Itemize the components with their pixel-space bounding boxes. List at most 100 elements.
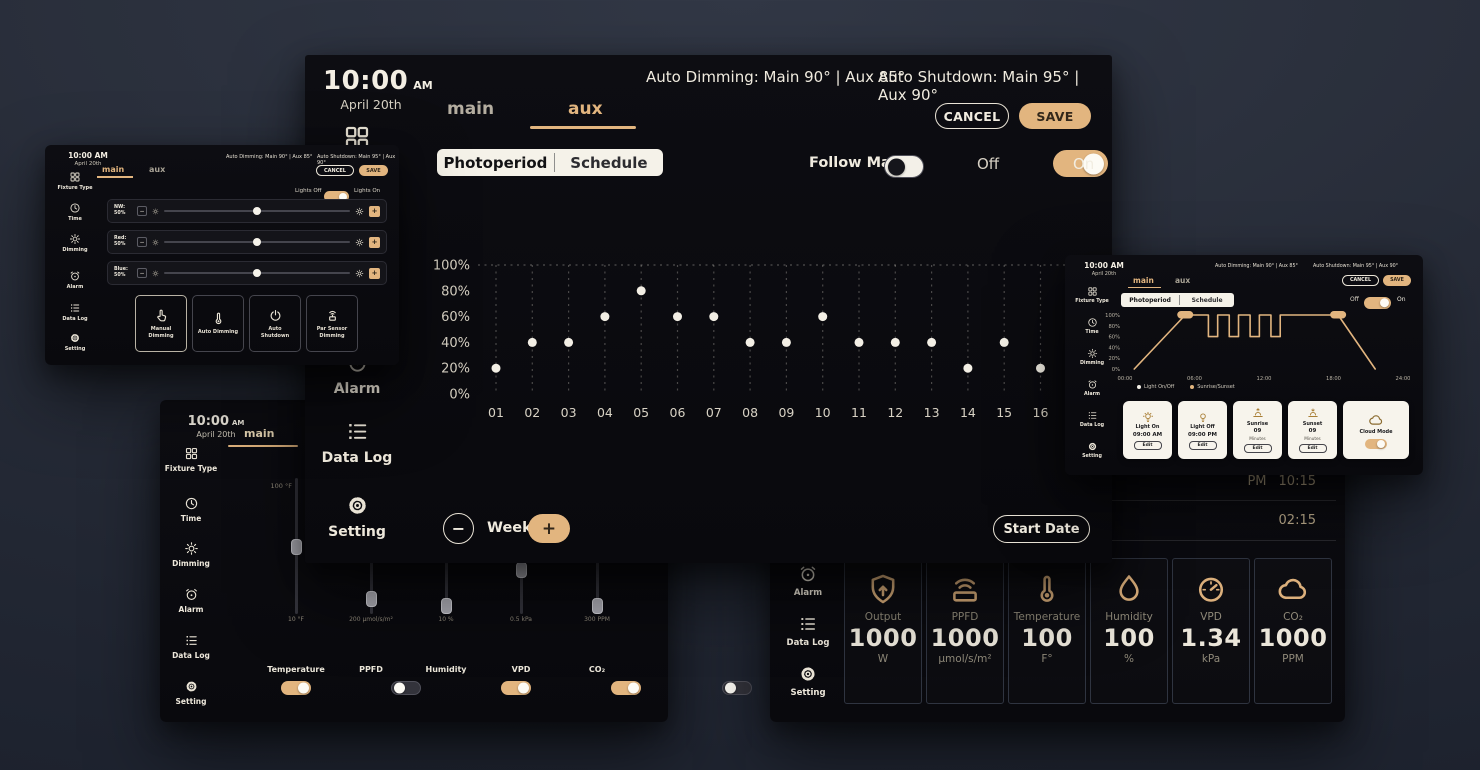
sidebar-label: Setting [328, 524, 386, 541]
sidebar-item-alarm[interactable]: Alarm [776, 564, 840, 598]
card-sunset[interactable]: Sunset 09 Minutes Edit [1288, 401, 1337, 459]
segment-photoperiod[interactable]: Photoperiod [437, 149, 554, 176]
channel-slider[interactable] [164, 272, 350, 274]
week-increment-button[interactable]: + [528, 514, 570, 543]
sidebar-item-alarm[interactable]: Alarm [162, 587, 220, 614]
humidity-slider-knob[interactable] [441, 598, 452, 614]
channel-increase-button[interactable]: + [369, 237, 380, 248]
sensor-card-co2: CO₂ 1000 PPM [1254, 558, 1332, 704]
card-light-off[interactable]: Light Off 09:00 PM Edit [1178, 401, 1227, 459]
tab-main[interactable]: main [1133, 276, 1154, 285]
humidity-label: Humidity [406, 665, 486, 674]
mode-card-label: Auto Shutdown [250, 326, 300, 339]
card-title: Cloud Mode [1359, 429, 1392, 435]
channel-slider[interactable] [164, 210, 350, 212]
tab-main[interactable]: main [102, 165, 124, 174]
mode-card-par-sensor-dimming[interactable]: Par Sensor Dimming [306, 295, 358, 352]
sidebar-item-fixture-type[interactable]: Fixture Type [50, 171, 100, 191]
sidebar-item-setting[interactable]: Setting [162, 679, 220, 706]
channel-slider-row-nw: NW:50% − + [107, 199, 387, 223]
sensor-card-value: 1000 [849, 624, 918, 652]
ppfd-toggle[interactable] [391, 681, 421, 695]
mode-card-auto-dimming[interactable]: Auto Dimming [192, 295, 244, 352]
temperature-scale-min: 10 °F [264, 616, 328, 624]
edit-button[interactable]: Edit [1134, 441, 1162, 450]
cancel-button[interactable]: CANCEL [316, 165, 354, 176]
ppfd-slider-knob[interactable] [366, 591, 377, 607]
segment-schedule[interactable]: Schedule [1180, 293, 1234, 307]
sidebar-item-dimming[interactable]: Dimming [162, 541, 220, 568]
sidebar-item-setting[interactable]: Setting [50, 332, 100, 352]
sidebar-label: Dimming [172, 559, 210, 568]
mode-card-auto-shutdown[interactable]: Auto Shutdown [249, 295, 301, 352]
tab-main[interactable]: main [244, 427, 275, 440]
vpd-slider-knob[interactable] [516, 562, 527, 578]
humidity-scale-min: 10 % [414, 616, 478, 624]
svg-text:02: 02 [524, 405, 540, 420]
start-date-button[interactable]: Start Date [993, 515, 1090, 543]
temperature-toggle[interactable] [281, 681, 311, 695]
follow-main-toggle[interactable] [884, 155, 924, 178]
tab-aux[interactable]: aux [568, 99, 603, 119]
power-icon [268, 308, 283, 323]
channel-decrease-button[interactable]: − [137, 206, 147, 216]
channel-increase-button[interactable]: + [369, 206, 380, 217]
aux-schedule-panel: 10:00AM April 20th Auto Dimming: Main 90… [305, 55, 1112, 563]
sidebar-label: Time [181, 514, 202, 523]
mode-card-manual-dimming[interactable]: Manual Dimming [135, 295, 187, 352]
sidebar-item-dimming[interactable]: Dimming [50, 233, 100, 253]
card-cloud-mode[interactable]: Cloud Mode [1343, 401, 1409, 459]
temperature-slider-knob[interactable] [291, 539, 302, 555]
brightness-high-icon [355, 207, 364, 216]
cloud-mode-toggle[interactable] [1365, 439, 1387, 449]
channel-decrease-button[interactable]: − [137, 237, 147, 247]
sidebar-item-data-log[interactable]: Data Log [320, 419, 394, 467]
week-decrement-button[interactable]: − [443, 513, 474, 544]
scheduled-time: PM10:15 [1220, 474, 1316, 489]
channel-increase-button[interactable]: + [369, 268, 380, 279]
sidebar-item-time[interactable]: Time [162, 496, 220, 523]
humidity-toggle[interactable] [501, 681, 531, 695]
sidebar-item-fixture-type[interactable]: Fixture Type [162, 446, 220, 473]
cancel-button[interactable]: CANCEL [1342, 275, 1379, 286]
card-sunrise[interactable]: Sunrise 09 Minutes Edit [1233, 401, 1282, 459]
edit-button[interactable]: Edit [1299, 444, 1327, 453]
save-button[interactable]: SAVE [359, 165, 388, 176]
segment-schedule[interactable]: Schedule [555, 149, 663, 176]
sidebar-item-data-log[interactable]: Data Log [162, 633, 220, 660]
sensor-card-label: VPD [1200, 611, 1222, 623]
card-light-on[interactable]: Light On 09:00 AM Edit [1123, 401, 1172, 459]
co2-slider-knob[interactable] [592, 598, 603, 614]
sidebar-item-fixture-type[interactable]: Fixture Type [1068, 286, 1116, 305]
tab-main[interactable]: main [447, 99, 494, 119]
fixture-type-icon [1087, 286, 1098, 297]
fixture-type-icon [69, 171, 81, 183]
svg-text:100%: 100% [433, 259, 470, 274]
tab-aux[interactable]: aux [149, 165, 165, 174]
sidebar-item-data-log[interactable]: Data Log [1068, 410, 1116, 429]
save-button[interactable]: SAVE [1383, 275, 1411, 286]
co2-toggle[interactable] [722, 681, 752, 695]
sidebar-item-setting[interactable]: Setting [1068, 441, 1116, 460]
edit-button[interactable]: Edit [1189, 441, 1217, 450]
sidebar-item-alarm[interactable]: Alarm [50, 270, 100, 290]
vpd-toggle[interactable] [611, 681, 641, 695]
sidebar-item-data-log[interactable]: Data Log [776, 614, 840, 648]
auto-shutdown-status: Auto Shutdown: Main 95° | Aux 90° [878, 68, 1112, 104]
water-drop-icon [1112, 572, 1146, 606]
list-icon [1087, 410, 1098, 421]
card-unit: Minutes [1249, 436, 1265, 441]
sidebar-item-time[interactable]: Time [50, 202, 100, 222]
cancel-button[interactable]: CANCEL [935, 103, 1009, 129]
sidebar-item-setting[interactable]: Setting [776, 664, 840, 698]
segment-photoperiod[interactable]: Photoperiod [1121, 293, 1179, 307]
channel-slider[interactable] [164, 241, 350, 243]
tab-aux[interactable]: aux [1175, 276, 1190, 285]
sensor-card-value: 100 [1021, 624, 1073, 652]
sidebar-item-setting[interactable]: Setting [320, 493, 394, 541]
channel-decrease-button[interactable]: − [137, 268, 147, 278]
card-value: 09:00 AM [1133, 432, 1162, 438]
sidebar-item-data-log[interactable]: Data Log [50, 302, 100, 322]
save-button[interactable]: SAVE [1019, 103, 1091, 129]
edit-button[interactable]: Edit [1244, 444, 1272, 453]
